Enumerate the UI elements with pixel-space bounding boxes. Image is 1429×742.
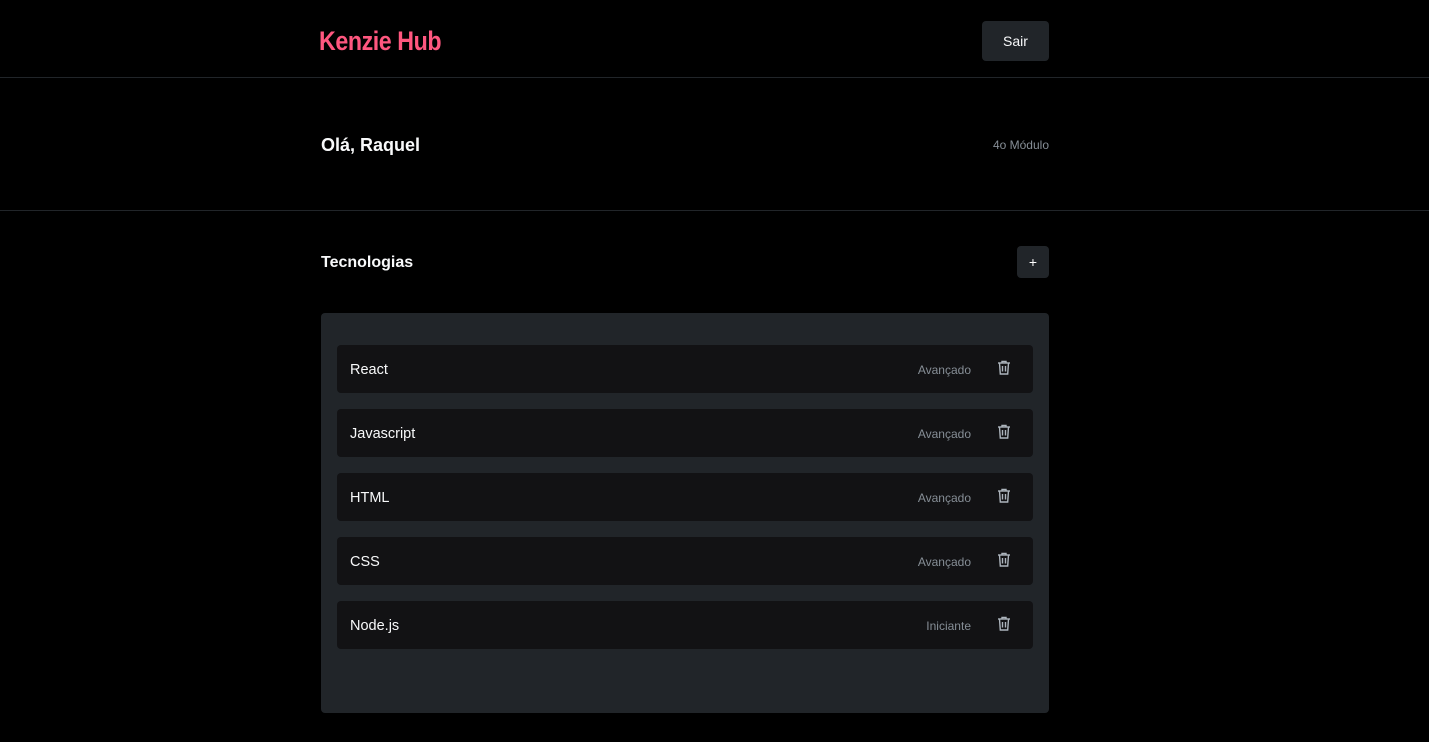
logout-button[interactable]: Sair [982, 21, 1049, 61]
technology-item[interactable]: React Avançado [337, 345, 1033, 393]
trash-icon [998, 360, 1010, 375]
greeting-section: Olá, Raquel 4o Módulo [0, 78, 1429, 211]
technology-item[interactable]: Node.js Iniciante [337, 601, 1033, 649]
technology-name: CSS [350, 554, 380, 570]
delete-technology-button[interactable] [995, 359, 1013, 377]
technology-item[interactable]: Javascript Avançado [337, 409, 1033, 457]
technologies-title: Tecnologias [321, 254, 414, 271]
app-logo: Kenzie Hub [319, 26, 442, 56]
add-technology-button[interactable]: + [1017, 246, 1049, 278]
greeting-title: Olá, Raquel [321, 135, 421, 155]
delete-technology-button[interactable] [995, 551, 1013, 569]
technology-status: Avançado [917, 491, 971, 505]
technology-name: Node.js [350, 618, 400, 634]
trash-icon [998, 616, 1010, 631]
delete-technology-button[interactable] [995, 615, 1013, 633]
technology-name: Javascript [350, 426, 416, 442]
delete-technology-button[interactable] [995, 487, 1013, 505]
technology-item[interactable]: HTML Avançado [337, 473, 1033, 521]
technology-name: HTML [350, 490, 390, 506]
header-container: Kenzie Hub Sair [319, 0, 1049, 77]
technology-status: Avançado [917, 555, 971, 569]
technology-status: Avançado [917, 427, 971, 441]
technology-item[interactable]: CSS Avançado [337, 537, 1033, 585]
delete-technology-button[interactable] [995, 423, 1013, 441]
technology-name: React [350, 362, 388, 378]
technology-status: Avançado [917, 363, 971, 377]
technologies-container: Tecnologias + React Avançado Javascript … [321, 211, 1049, 741]
top-header: Kenzie Hub Sair [0, 0, 1429, 78]
technologies-panel: React Avançado Javascript Avançado HTML … [321, 313, 1049, 713]
greeting-container: Olá, Raquel 4o Módulo [321, 78, 1049, 210]
technologies-list: React Avançado Javascript Avançado HTML … [321, 313, 1049, 649]
module-label: 4o Módulo [992, 138, 1049, 152]
technology-status: Iniciante [926, 619, 971, 633]
trash-icon [998, 552, 1010, 567]
trash-icon [998, 424, 1010, 439]
trash-icon [998, 488, 1010, 503]
technologies-section: Tecnologias + React Avançado Javascript … [0, 211, 1429, 741]
